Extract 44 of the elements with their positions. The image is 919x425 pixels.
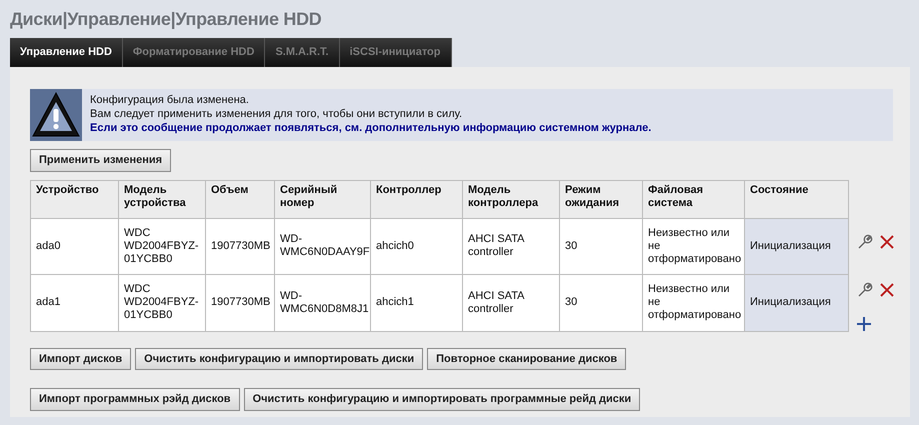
- table-cell: 1907730MB: [206, 274, 274, 331]
- delete-icon[interactable]: [879, 282, 895, 298]
- column-header: Контроллер: [370, 180, 462, 218]
- alert-message: Вам следует применить изменения для того, чтобы они вступили в силу.: [90, 107, 464, 121]
- table-cell: ada0: [30, 218, 118, 274]
- wrench-icon[interactable]: [856, 232, 874, 250]
- column-header: Модель устройства: [118, 180, 206, 218]
- alert-note: Если это сообщение продолжает появляться, см. дополнительную информацию системном журнале.: [90, 121, 652, 135]
- table-cell: AHCI SATA controller: [462, 218, 560, 274]
- table-cell: ahcich0: [370, 218, 462, 274]
- apply-changes-button[interactable]: Применить изменения: [30, 149, 172, 172]
- column-header: Файловая система: [642, 180, 744, 218]
- action-button[interactable]: Импорт программных рэйд дисков: [30, 388, 240, 410]
- page-title: Диски|Управление|Управление HDD: [9, 8, 322, 31]
- column-header: Серийный номер: [274, 180, 370, 218]
- warning-icon: [30, 89, 82, 141]
- table-cell: WDC WD2004FBYZ-01YCBB0: [118, 274, 206, 331]
- tab[interactable]: iSCSI-инициатор: [340, 38, 452, 67]
- column-header: Состояние: [744, 180, 848, 218]
- column-header: Объем: [206, 180, 274, 218]
- delete-icon[interactable]: [879, 234, 895, 250]
- table-cell: WD-WMC6N0D8M8J1: [274, 274, 370, 331]
- tab[interactable]: Управление HDD: [10, 38, 123, 67]
- table-cell: AHCI SATA controller: [462, 274, 560, 331]
- add-icon[interactable]: [856, 316, 872, 332]
- table-cell: 1907730MB: [206, 218, 274, 274]
- alert-message: Конфигурация была изменена.: [90, 93, 250, 107]
- table-cell: Инициализация: [744, 218, 848, 274]
- table-cell: Инициализация: [744, 274, 848, 331]
- action-button[interactable]: Очистить конфигурацию и импортировать программные рейд диски: [244, 388, 640, 410]
- column-header: Устройство: [30, 180, 118, 218]
- tab[interactable]: Форматирование HDD: [122, 38, 266, 67]
- column-header: Модель контроллера: [462, 180, 560, 218]
- table-cell: ahcich1: [370, 274, 462, 331]
- table-cell: ada1: [30, 274, 118, 331]
- wrench-icon[interactable]: [856, 280, 874, 298]
- table-cell: 30: [560, 218, 642, 274]
- table-cell: WDC WD2004FBYZ-01YCBB0: [118, 218, 206, 274]
- action-button[interactable]: Импорт дисков: [30, 348, 132, 370]
- action-button[interactable]: Повторное сканирование дисков: [427, 348, 626, 370]
- table-cell: WD-WMC6N0DAAY9F: [274, 218, 370, 274]
- column-header: Режим ожидания: [560, 180, 642, 218]
- action-button[interactable]: Очистить конфигурацию и импортировать диски: [135, 348, 424, 370]
- table-cell: 30: [560, 274, 642, 331]
